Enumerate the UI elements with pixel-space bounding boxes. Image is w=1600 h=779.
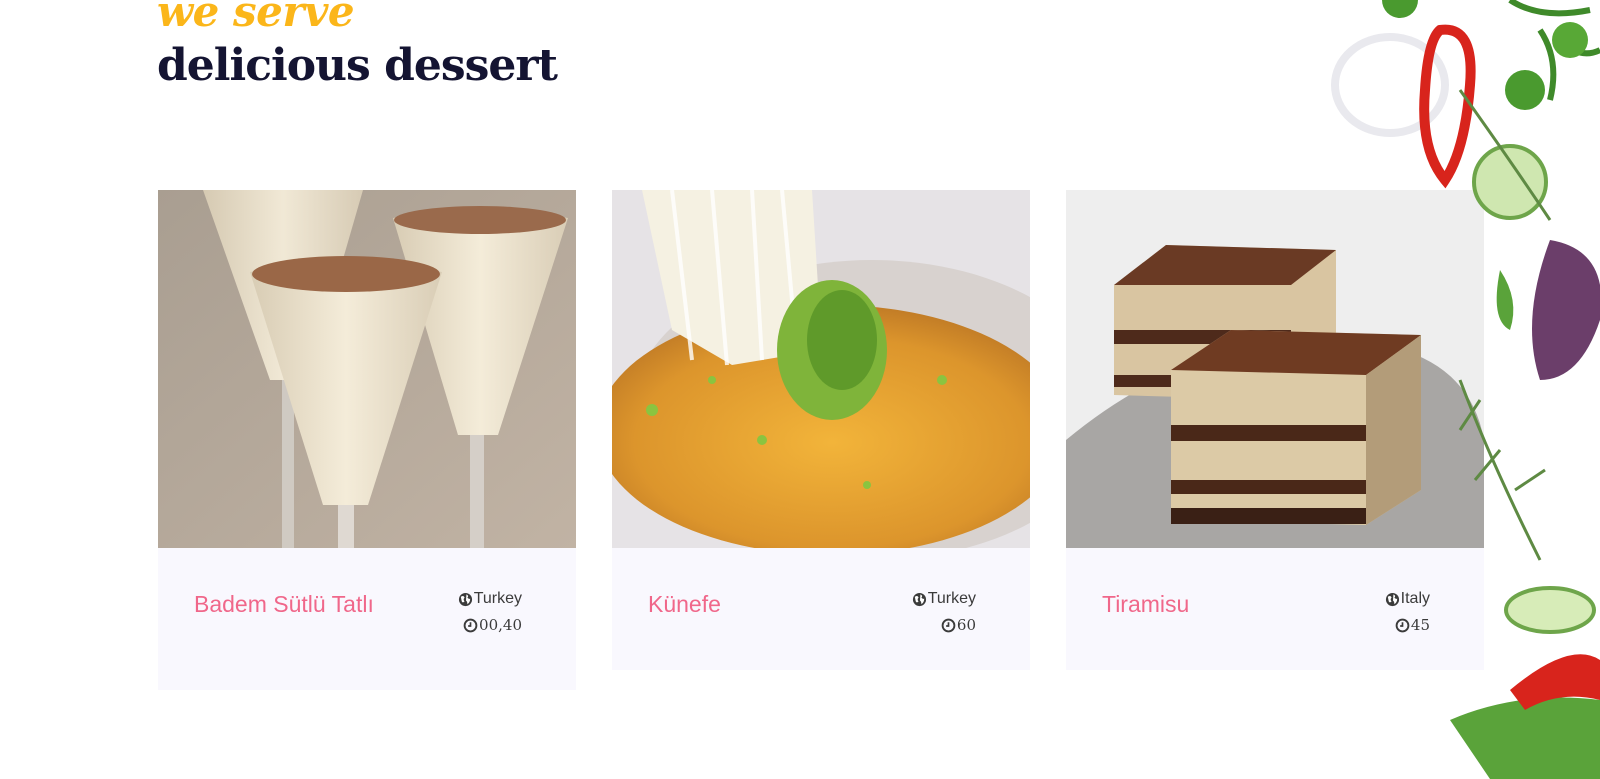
time-label: 60 bbox=[956, 616, 976, 634]
dessert-meta: Turkey 60 bbox=[912, 586, 976, 638]
section-kicker: we serve bbox=[157, 0, 355, 36]
dessert-photo[interactable] bbox=[158, 190, 576, 548]
dessert-name[interactable]: Badem Sütlü Tatlı bbox=[194, 586, 384, 622]
globe-icon bbox=[458, 592, 472, 606]
country-label: Turkey bbox=[473, 590, 522, 607]
dessert-meta: Turkey 00,40 bbox=[458, 586, 522, 638]
section-title: delicious dessert bbox=[157, 40, 558, 91]
clock-icon bbox=[941, 618, 956, 632]
dessert-card-badem-sutlu-tatli[interactable]: Badem Sütlü Tatlı Turkey 00,40 bbox=[158, 190, 576, 690]
dessert-photo[interactable] bbox=[612, 190, 1030, 548]
parsley-icon bbox=[1382, 0, 1600, 110]
dessert-name[interactable]: Künefe bbox=[648, 586, 838, 622]
dessert-name[interactable]: Tiramisu bbox=[1102, 586, 1292, 622]
clock-icon bbox=[463, 618, 478, 632]
country-row: Turkey bbox=[458, 586, 522, 612]
basil-icon bbox=[1496, 240, 1600, 380]
time-label: 00,40 bbox=[479, 616, 522, 634]
cucumber-icon bbox=[1472, 144, 1596, 634]
country-row: Turkey bbox=[912, 586, 976, 612]
section-heading: we serve delicious dessert bbox=[157, 0, 558, 94]
dessert-card-kunefe[interactable]: Künefe Turkey 60 bbox=[612, 190, 1030, 670]
time-row: 60 bbox=[912, 612, 976, 638]
globe-icon bbox=[912, 592, 926, 606]
vegetable-decoration bbox=[1331, 0, 1600, 779]
salad-bowl-icon bbox=[1450, 654, 1600, 779]
dessert-info: Künefe Turkey 60 bbox=[612, 548, 1030, 670]
country-label: Turkey bbox=[927, 590, 976, 607]
red-pepper-icon bbox=[1419, 24, 1476, 189]
time-row: 00,40 bbox=[458, 612, 522, 638]
dessert-info: Badem Sütlü Tatlı Turkey 00,40 bbox=[158, 548, 576, 690]
